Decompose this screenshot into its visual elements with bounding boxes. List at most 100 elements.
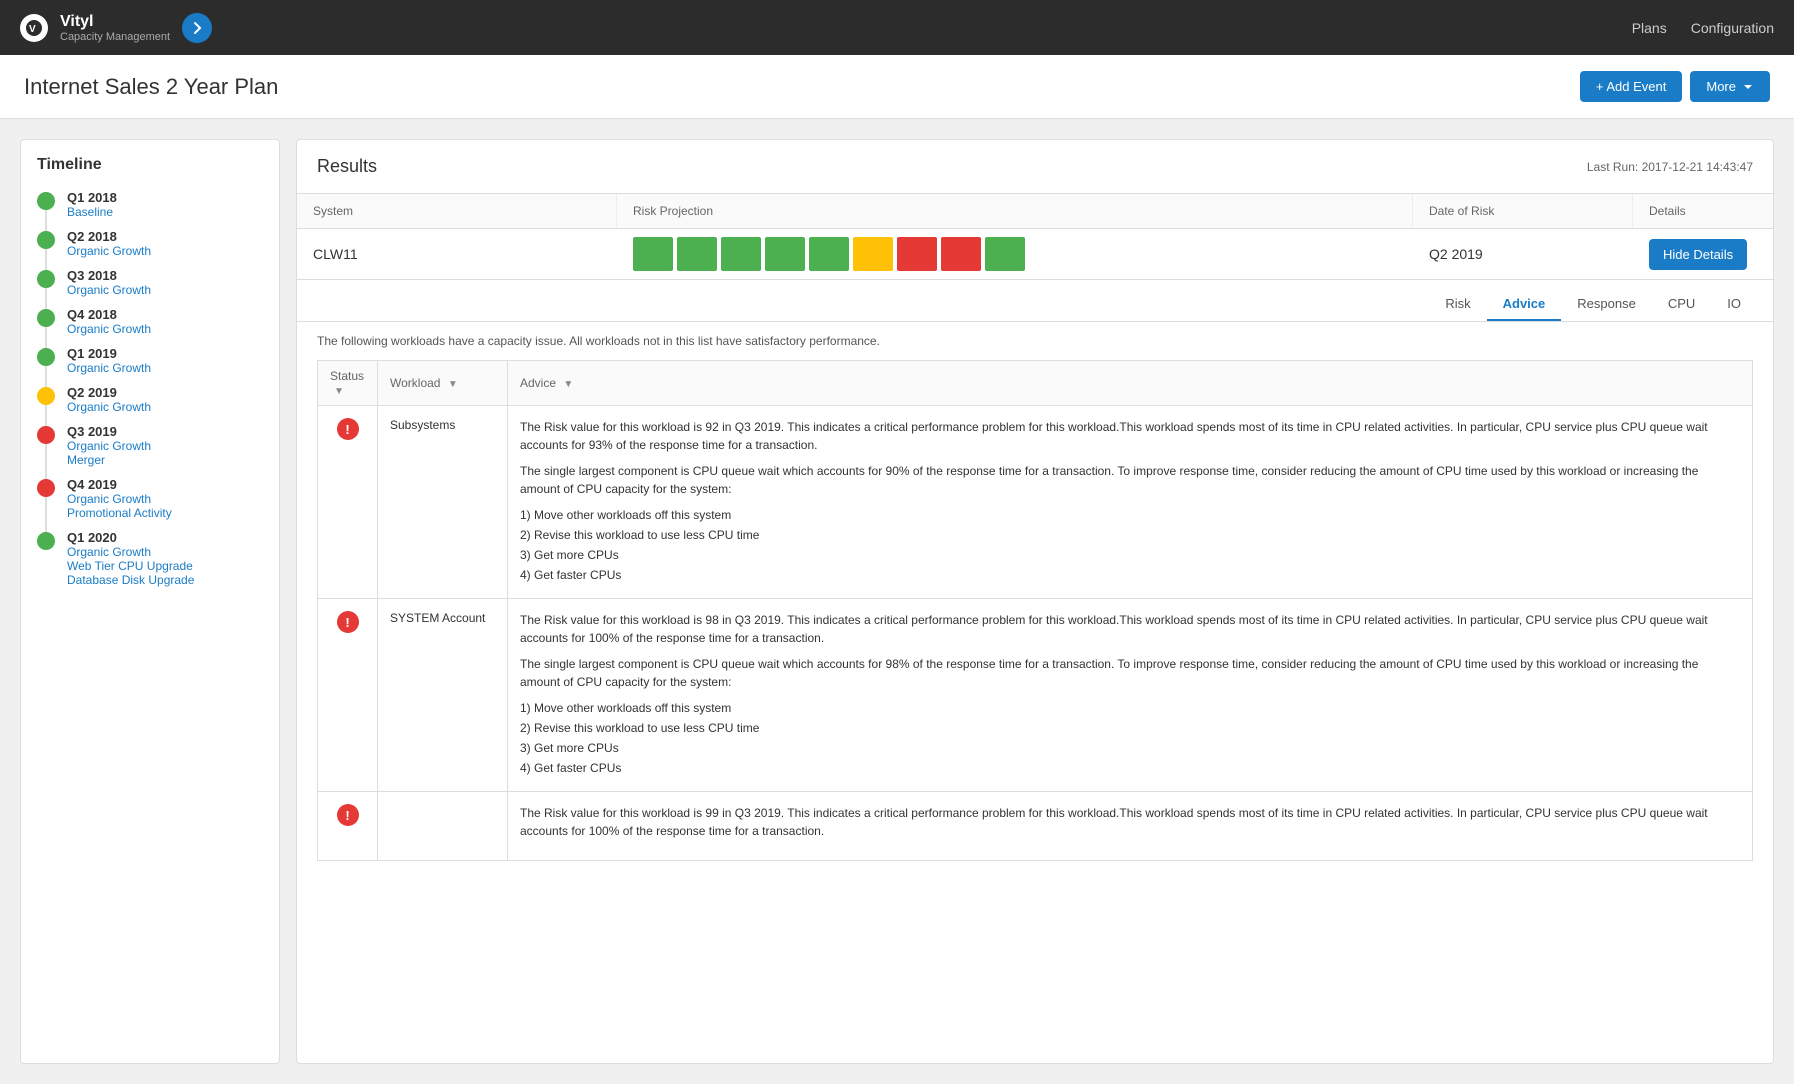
workload-filter-icon[interactable]: ▼	[448, 379, 458, 390]
advice-paragraph: The Risk value for this workload is 92 i…	[520, 418, 1740, 454]
timeline-item: Q3 2018Organic Growth	[37, 268, 263, 297]
advice-paragraph: The Risk value for this workload is 99 i…	[520, 804, 1740, 840]
hide-details-button[interactable]: Hide Details	[1649, 239, 1747, 270]
timeline-period: Q1 2020	[67, 530, 194, 545]
timeline-item: Q4 2019Organic GrowthPromotional Activit…	[37, 477, 263, 520]
advice-list-item: 3) Get more CPUs	[520, 546, 1740, 564]
advice-list-item: 4) Get faster CPUs	[520, 759, 1740, 777]
tab-cpu[interactable]: CPU	[1652, 288, 1711, 321]
risk-bar-7	[897, 237, 937, 271]
workload-name	[378, 792, 508, 861]
advice-list-item: 1) Move other workloads off this system	[520, 699, 1740, 717]
tab-io[interactable]: IO	[1711, 288, 1757, 321]
timeline-event[interactable]: Organic Growth	[67, 322, 151, 336]
timeline-event[interactable]: Database Disk Upgrade	[67, 573, 194, 587]
timeline-event[interactable]: Web Tier CPU Upgrade	[67, 559, 194, 573]
advice-paragraph: The single largest component is CPU queu…	[520, 462, 1740, 498]
col-risk-projection: Risk Projection	[617, 194, 1413, 228]
advisory-table: Status ▼ Workload ▼ Advice ▼ !Subsyst	[317, 360, 1753, 861]
timeline-event[interactable]: Organic Growth	[67, 283, 151, 297]
timeline-event[interactable]: Organic Growth	[67, 361, 151, 375]
timeline-content: Q1 2018Baseline	[67, 190, 117, 219]
tab-response[interactable]: Response	[1561, 288, 1652, 321]
timeline-event[interactable]: Organic Growth	[67, 244, 151, 258]
logo-icon: V	[20, 14, 48, 42]
advice-paragraph: The Risk value for this workload is 98 i…	[520, 611, 1740, 647]
timeline-event[interactable]: Organic Growth	[67, 545, 194, 559]
clw11-row: CLW11 Q2 2019 Hide Details	[297, 229, 1773, 280]
timeline-dot	[37, 426, 55, 444]
timeline-event[interactable]: Merger	[67, 453, 151, 467]
timeline-period: Q2 2018	[67, 229, 151, 244]
date-of-risk: Q2 2019	[1413, 232, 1633, 276]
results-title: Results	[317, 156, 377, 177]
timeline-dot	[37, 348, 55, 366]
advice-list: 1) Move other workloads off this system 2…	[520, 506, 1740, 584]
risk-bar-9	[985, 237, 1025, 271]
tab-risk[interactable]: Risk	[1429, 288, 1486, 321]
timeline-event[interactable]: Promotional Activity	[67, 506, 172, 520]
risk-bar-5	[809, 237, 849, 271]
timeline-item: Q1 2018Baseline	[37, 190, 263, 219]
detail-tabs: RiskAdviceResponseCPUIO	[297, 280, 1773, 322]
main-layout: Timeline Q1 2018BaselineQ2 2018Organic G…	[0, 119, 1794, 1084]
add-event-button[interactable]: + Add Event	[1580, 71, 1682, 102]
timeline-event[interactable]: Organic Growth	[67, 492, 172, 506]
nav-plans[interactable]: Plans	[1632, 20, 1667, 36]
more-button[interactable]: More	[1690, 71, 1770, 102]
results-table-header: System Risk Projection Date of Risk Deta…	[297, 194, 1773, 229]
col-date-of-risk: Date of Risk	[1413, 194, 1633, 228]
system-name: CLW11	[297, 232, 617, 276]
timeline-content: Q4 2019Organic GrowthPromotional Activit…	[67, 477, 172, 520]
timeline-items: Q1 2018BaselineQ2 2018Organic GrowthQ3 2…	[37, 190, 263, 587]
results-panel: Results Last Run: 2017-12-21 14:43:47 Sy…	[296, 139, 1774, 1064]
timeline-period: Q4 2019	[67, 477, 172, 492]
advisory-content: The following workloads have a capacity …	[297, 322, 1773, 873]
more-label: More	[1706, 79, 1736, 94]
th-status: Status ▼	[318, 361, 378, 406]
timeline-period: Q1 2018	[67, 190, 117, 205]
status-cell: !	[318, 599, 378, 792]
risk-bar-3	[721, 237, 761, 271]
timeline-item: Q3 2019Organic GrowthMerger	[37, 424, 263, 467]
timeline-event[interactable]: Organic Growth	[67, 400, 151, 414]
risk-bar-4	[765, 237, 805, 271]
timeline-content: Q1 2019Organic Growth	[67, 346, 151, 375]
advisory-intro: The following workloads have a capacity …	[317, 334, 1753, 348]
timeline-event[interactable]: Organic Growth	[67, 439, 151, 453]
timeline-content: Q2 2019Organic Growth	[67, 385, 151, 414]
timeline-item: Q4 2018Organic Growth	[37, 307, 263, 336]
advice-list-item: 1) Move other workloads off this system	[520, 506, 1740, 524]
timeline-content: Q4 2018Organic Growth	[67, 307, 151, 336]
timeline-dot	[37, 192, 55, 210]
risk-projection-bars	[617, 229, 1413, 279]
timeline-content: Q3 2018Organic Growth	[67, 268, 151, 297]
logo-title: Vityl	[60, 13, 170, 31]
advice-list-item: 2) Revise this workload to use less CPU …	[520, 526, 1740, 544]
timeline-period: Q2 2019	[67, 385, 151, 400]
nav-forward-button[interactable]	[182, 13, 212, 43]
logo-subtitle: Capacity Management	[60, 31, 170, 43]
timeline-event[interactable]: Baseline	[67, 205, 117, 219]
warning-icon: !	[337, 418, 359, 440]
timeline-title: Timeline	[37, 156, 263, 174]
advisory-row: !SubsystemsThe Risk value for this workl…	[318, 406, 1753, 599]
nav-configuration[interactable]: Configuration	[1691, 20, 1774, 36]
advice-filter-icon[interactable]: ▼	[563, 379, 573, 390]
page-title: Internet Sales 2 Year Plan	[24, 74, 278, 100]
advice-list-item: 4) Get faster CPUs	[520, 566, 1740, 584]
advice-list-item: 3) Get more CPUs	[520, 739, 1740, 757]
timeline-dot	[37, 309, 55, 327]
status-filter-icon[interactable]: ▼	[334, 386, 344, 397]
timeline-content: Q1 2020Organic GrowthWeb Tier CPU Upgrad…	[67, 530, 194, 587]
tab-advice[interactable]: Advice	[1487, 288, 1562, 321]
timeline-item: Q2 2018Organic Growth	[37, 229, 263, 258]
page-actions: + Add Event More	[1580, 71, 1770, 102]
th-workload: Workload ▼	[378, 361, 508, 406]
advice-cell: The Risk value for this workload is 92 i…	[508, 406, 1753, 599]
last-run: Last Run: 2017-12-21 14:43:47	[1587, 160, 1753, 174]
timeline-dot	[37, 270, 55, 288]
svg-text:V: V	[29, 24, 36, 35]
advice-cell: The Risk value for this workload is 98 i…	[508, 599, 1753, 792]
timeline-dot	[37, 479, 55, 497]
